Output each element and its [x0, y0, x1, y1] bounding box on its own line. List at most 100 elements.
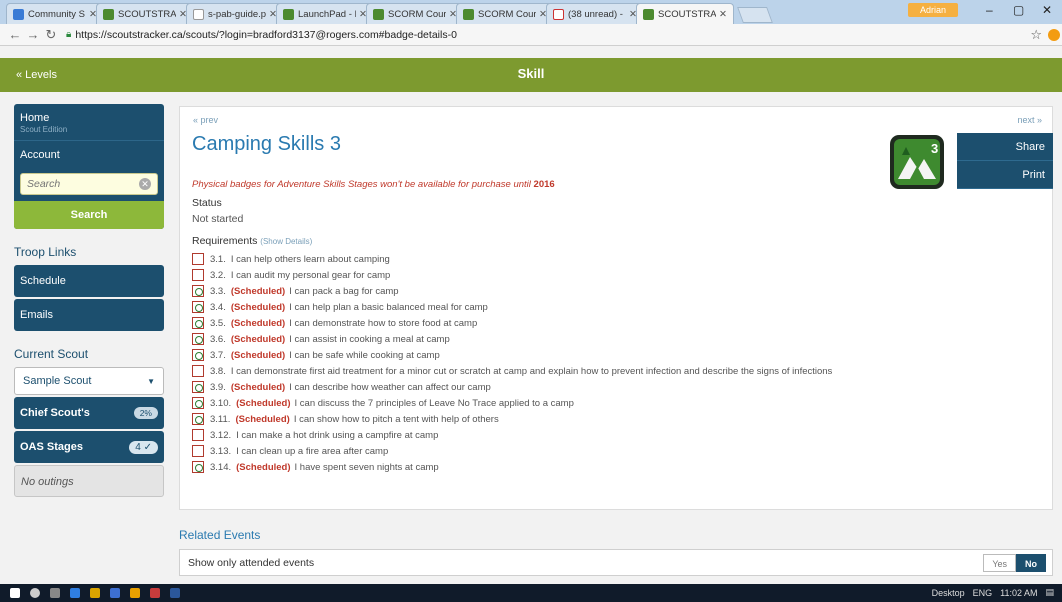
- requirement-checkbox[interactable]: [192, 317, 204, 329]
- requirement-item: 3.1. I can help others learn about campin…: [192, 251, 832, 267]
- requirement-checkbox[interactable]: [192, 429, 204, 441]
- search-button[interactable]: Search: [14, 201, 164, 229]
- tab-favicon-icon: [193, 8, 204, 20]
- requirement-checkbox[interactable]: [192, 285, 204, 297]
- maximize-icon[interactable]: ▢: [1013, 3, 1024, 17]
- show-details-link[interactable]: (Show Details): [260, 237, 312, 246]
- requirement-number: 3.4.: [210, 301, 226, 313]
- close-window-icon[interactable]: ✕: [1042, 3, 1052, 17]
- back-arrow-icon[interactable]: ←: [6, 27, 24, 42]
- toggle-no[interactable]: No: [1016, 554, 1046, 572]
- edge-icon[interactable]: [70, 588, 80, 598]
- prev-link[interactable]: « prev: [193, 115, 218, 125]
- nav-home-label: Home: [20, 112, 50, 124]
- requirement-item: 3.7. (Scheduled) I can be safe while cooki…: [192, 347, 832, 363]
- requirement-item: 3.4. (Scheduled) I can help plan a basic b…: [192, 299, 832, 315]
- scheduled-tag: (Scheduled): [230, 381, 286, 393]
- badge-stage-number: 3: [931, 141, 938, 156]
- badge-details-card: « prev next » Camping Skills 3 3 Share P…: [179, 106, 1053, 510]
- browser-tab[interactable]: s-pab-guide.p ✕: [186, 3, 284, 24]
- address-bar: ← → ↻ 🔒︎ https://scoutstracker.ca/scouts…: [0, 24, 1062, 46]
- browser-tab[interactable]: LaunchPad - I ✕: [276, 3, 374, 24]
- requirement-number: 3.13.: [210, 445, 232, 457]
- requirement-text: I can show how to pitch a tent with help…: [293, 413, 499, 425]
- nav-chief-scouts[interactable]: Chief Scout's 2%: [14, 397, 164, 429]
- sidebar: Home Scout Edition Account ✕ Search Troo…: [14, 104, 164, 497]
- browser-tab-strip: Community S✕SCOUTSTRAC✕s-pab-guide.p✕Lau…: [0, 0, 1062, 24]
- browser-tab[interactable]: Community S ✕: [6, 3, 104, 24]
- extension-icon[interactable]: [1048, 28, 1060, 41]
- desktop-toolbar[interactable]: Desktop: [932, 588, 965, 598]
- close-tab-icon[interactable]: ✕: [719, 9, 727, 20]
- toggle-yes[interactable]: Yes: [983, 554, 1016, 572]
- requirement-number: 3.1.: [210, 253, 226, 265]
- scheduled-tag: (Scheduled): [230, 285, 286, 297]
- app-header: « Levels Skill: [0, 58, 1062, 92]
- windows-start-icon[interactable]: [10, 588, 20, 598]
- tab-title: SCORM Cours: [388, 8, 447, 20]
- store-icon[interactable]: [110, 588, 120, 598]
- search-icon[interactable]: [30, 588, 40, 598]
- clock[interactable]: 11:02 AM: [1000, 588, 1037, 598]
- edition-label: Scout Edition: [20, 125, 68, 134]
- print-button[interactable]: Print: [957, 161, 1053, 189]
- share-button[interactable]: Share: [957, 133, 1053, 161]
- lock-icon: 🔒︎: [66, 29, 72, 40]
- tab-title: SCORM Cours: [478, 8, 537, 20]
- requirement-checkbox[interactable]: [192, 301, 204, 313]
- clear-search-icon[interactable]: ✕: [139, 178, 151, 190]
- purchase-notice-year: 2016: [533, 179, 555, 190]
- new-tab-button[interactable]: [737, 7, 773, 23]
- search-input[interactable]: [27, 178, 139, 190]
- browser-tab[interactable]: SCORM Cours ✕: [456, 3, 554, 24]
- requirement-item: 3.8. I can demonstrate first aid treatmen…: [192, 363, 832, 379]
- browser-tab[interactable]: SCOUTSTRAC✕: [636, 3, 734, 24]
- nav-emails[interactable]: Emails: [14, 299, 164, 331]
- requirement-checkbox[interactable]: [192, 269, 204, 281]
- nav-account[interactable]: Account: [14, 141, 164, 169]
- tab-title: Community S: [28, 8, 86, 20]
- requirement-checkbox[interactable]: [192, 413, 204, 425]
- requirement-checkbox[interactable]: [192, 445, 204, 457]
- requirement-checkbox[interactable]: [192, 349, 204, 361]
- chrome-icon[interactable]: [130, 588, 140, 598]
- browser-tab[interactable]: SCORM Cours ✕: [366, 3, 464, 24]
- scout-select[interactable]: Sample Scout ▼: [14, 367, 164, 395]
- reload-icon[interactable]: ↻: [42, 27, 60, 43]
- word-icon[interactable]: [170, 588, 180, 598]
- browser-tab[interactable]: (38 unread) - ✕: [546, 3, 644, 24]
- scheduled-tag: (Scheduled): [230, 317, 286, 329]
- requirement-number: 3.7.: [210, 349, 226, 361]
- requirement-checkbox[interactable]: [192, 381, 204, 393]
- requirement-number: 3.2.: [210, 269, 226, 281]
- forward-arrow-icon[interactable]: →: [24, 27, 42, 42]
- nav-schedule[interactable]: Schedule: [14, 265, 164, 297]
- requirement-checkbox[interactable]: [192, 253, 204, 265]
- requirement-text: I can discuss the 7 principles of Leave …: [294, 397, 574, 409]
- browser-tab[interactable]: SCOUTSTRAC✕: [96, 3, 194, 24]
- minimize-icon[interactable]: –: [986, 3, 993, 17]
- chief-scouts-progress-badge: 2%: [133, 407, 158, 419]
- notifications-icon[interactable]: ▤: [1045, 587, 1054, 598]
- requirement-text: I can demonstrate how to store food at c…: [289, 317, 478, 329]
- requirement-checkbox[interactable]: [192, 461, 204, 473]
- requirement-checkbox[interactable]: [192, 333, 204, 345]
- nav-oas-stages[interactable]: OAS Stages 4 ✓: [14, 431, 164, 463]
- requirement-item: 3.2. I can audit my personal gear for cam…: [192, 267, 832, 283]
- nav-home[interactable]: Home Scout Edition: [14, 104, 164, 141]
- requirement-checkbox[interactable]: [192, 365, 204, 377]
- requirement-number: 3.5.: [210, 317, 226, 329]
- requirement-checkbox[interactable]: [192, 397, 204, 409]
- language-indicator[interactable]: ENG: [973, 588, 993, 598]
- task-view-icon[interactable]: [50, 588, 60, 598]
- requirement-item: 3.11. (Scheduled) I can show how to pitch …: [192, 411, 832, 427]
- requirement-number: 3.6.: [210, 333, 226, 345]
- oas-stages-count-badge: 4 ✓: [129, 440, 158, 454]
- app-icon[interactable]: [150, 588, 160, 598]
- profile-button[interactable]: Adrian: [908, 3, 958, 17]
- file-explorer-icon[interactable]: [90, 588, 100, 598]
- windows-taskbar: Desktop ENG 11:02 AM ▤: [0, 584, 1062, 602]
- next-link[interactable]: next »: [1017, 115, 1042, 125]
- bookmark-star-icon[interactable]: ☆: [1030, 27, 1042, 43]
- url-field[interactable]: 🔒︎ https://scoutstracker.ca/scouts/?logi…: [66, 26, 1022, 44]
